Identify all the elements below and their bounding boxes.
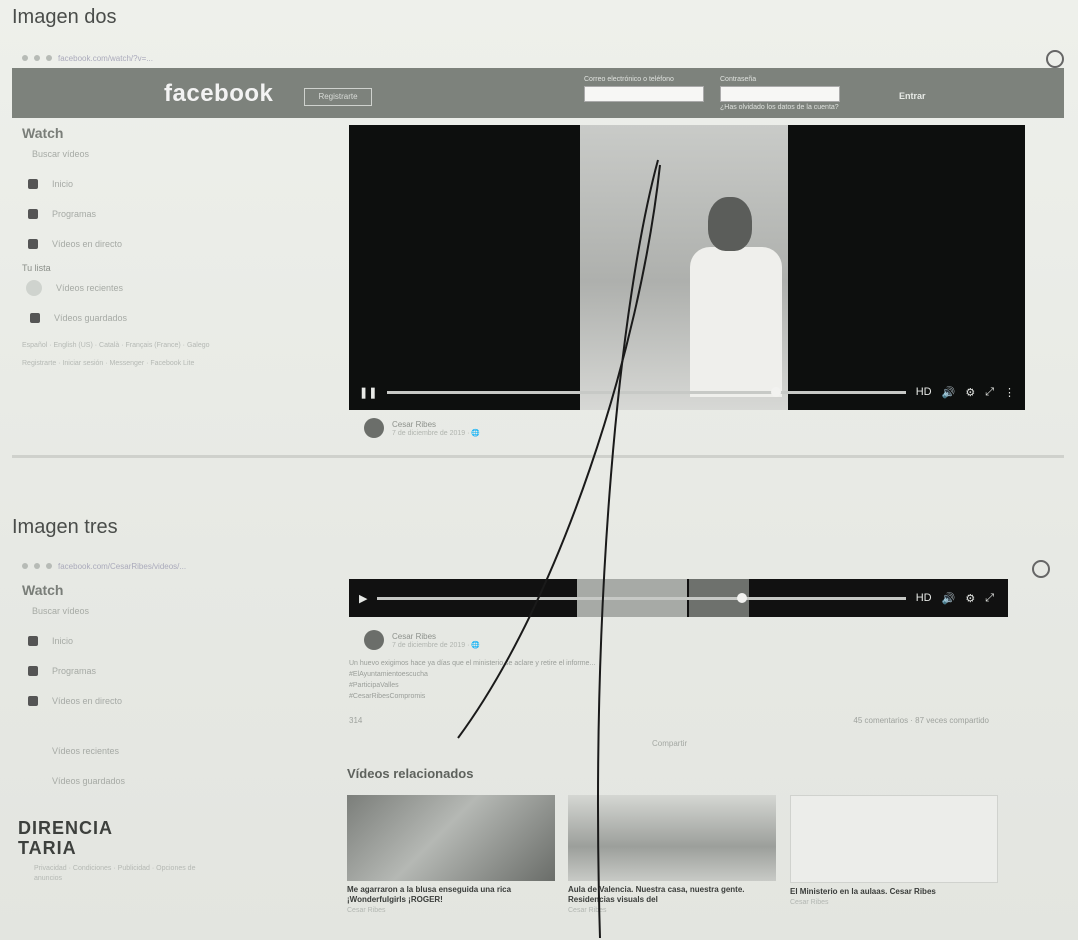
- pen-marks: [457, 159, 661, 939]
- pen-line-diagonal: [457, 164, 661, 739]
- pen-line-vertical: [597, 159, 659, 939]
